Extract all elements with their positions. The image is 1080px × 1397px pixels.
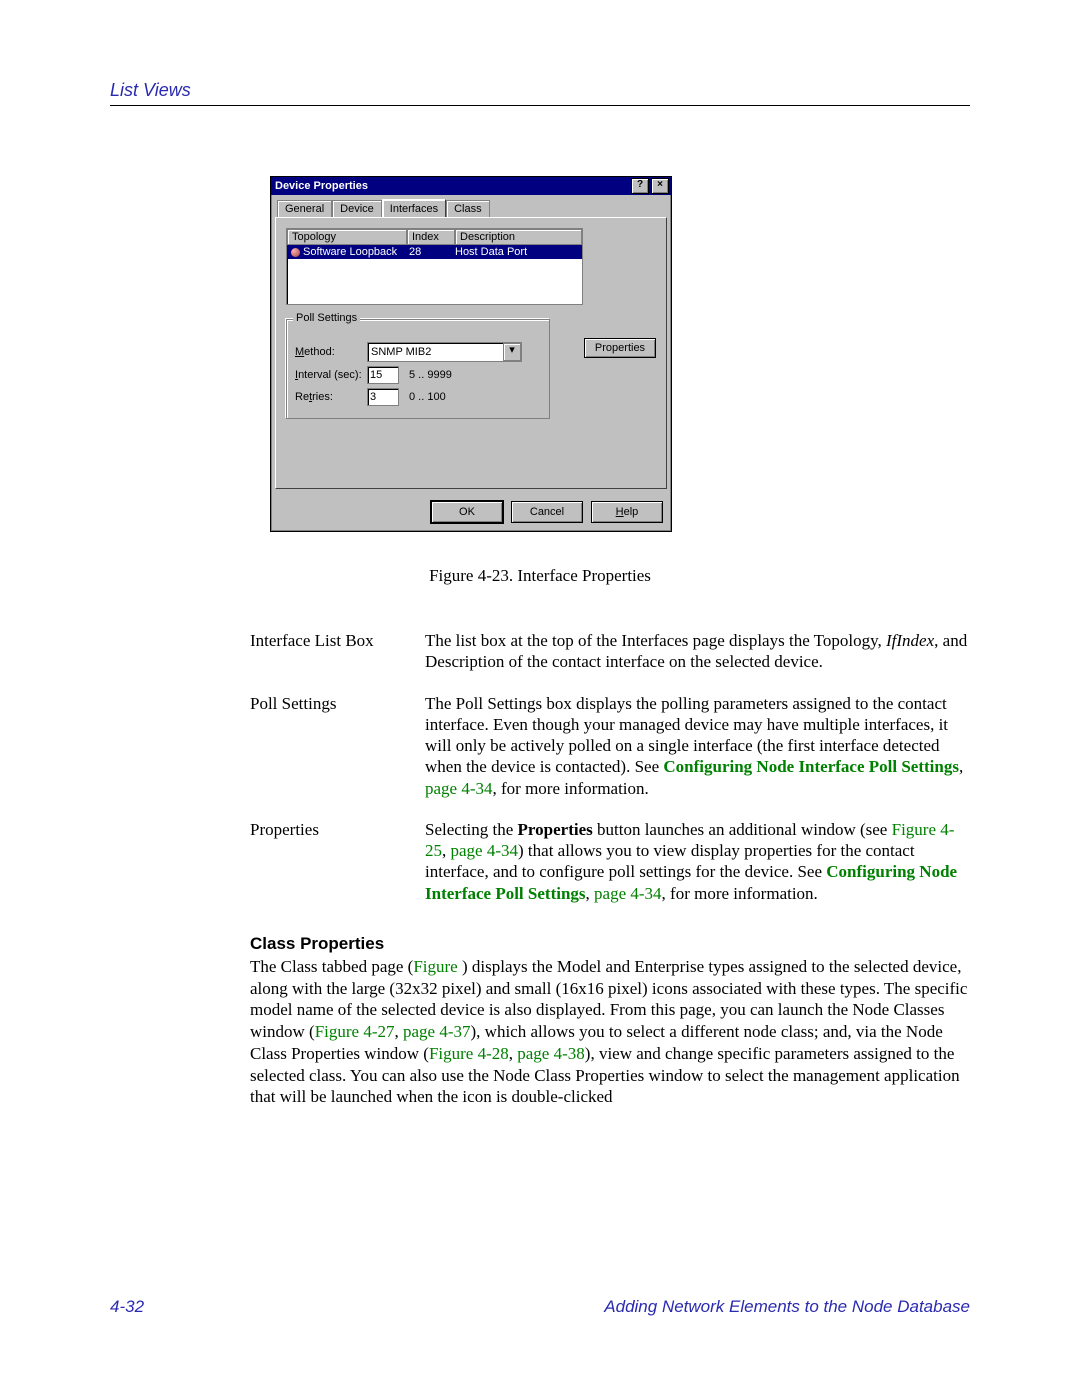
row-topology: Software Loopback bbox=[303, 246, 397, 258]
col-topology[interactable]: Topology bbox=[287, 229, 407, 245]
groupbox-legend: Poll Settings bbox=[293, 312, 360, 324]
tab-body: Topology Index Description Software Loop… bbox=[275, 217, 667, 489]
link-page-4-38[interactable]: page 4-38 bbox=[517, 1044, 585, 1063]
method-select[interactable]: SNMP MIB2 ▾ bbox=[367, 342, 522, 362]
header-rule bbox=[110, 105, 970, 106]
list-item[interactable]: Software Loopback 28 Host Data Port bbox=[287, 245, 582, 259]
term-interface-list-box: Interface List Box bbox=[250, 630, 425, 673]
method-label: Method: bbox=[295, 346, 367, 358]
context-help-button[interactable]: ? bbox=[631, 178, 649, 194]
chevron-down-icon[interactable]: ▾ bbox=[503, 343, 521, 361]
interval-input[interactable] bbox=[367, 366, 399, 384]
row-description: Host Data Port bbox=[451, 245, 582, 259]
page-number: 4-32 bbox=[110, 1297, 144, 1317]
col-index[interactable]: Index bbox=[407, 229, 455, 245]
tab-strip: General Device Interfaces Class bbox=[271, 195, 671, 217]
node-icon bbox=[291, 248, 300, 257]
chapter-title: Adding Network Elements to the Node Data… bbox=[604, 1297, 970, 1317]
term-poll-settings: Poll Settings bbox=[250, 693, 425, 799]
retries-input[interactable] bbox=[367, 388, 399, 406]
dialog-button-bar: OK Cancel Help bbox=[271, 493, 671, 531]
page-footer: 4-32 Adding Network Elements to the Node… bbox=[110, 1297, 970, 1317]
def-interface-list-box: The list box at the top of the Interface… bbox=[425, 630, 970, 673]
close-button[interactable]: × bbox=[651, 178, 669, 194]
interval-range: 5 .. 9999 bbox=[409, 369, 452, 381]
row-index: 28 bbox=[405, 245, 451, 259]
link-page-4-34[interactable]: page 4-34 bbox=[425, 779, 493, 798]
tab-interfaces[interactable]: Interfaces bbox=[382, 199, 446, 217]
titlebar[interactable]: Device Properties ? × bbox=[271, 177, 671, 195]
link-page-4-34-c[interactable]: page 4-34 bbox=[594, 884, 662, 903]
link-page-4-34-b[interactable]: page 4-34 bbox=[451, 841, 519, 860]
term-properties: Properties bbox=[250, 819, 425, 904]
class-properties-heading: Class Properties bbox=[250, 934, 970, 954]
tab-general[interactable]: General bbox=[277, 200, 332, 218]
window-title: Device Properties bbox=[275, 180, 629, 192]
tab-device[interactable]: Device bbox=[332, 200, 382, 218]
tab-class[interactable]: Class bbox=[446, 200, 490, 218]
figure-caption: Figure 4-23. Interface Properties bbox=[110, 566, 970, 586]
running-head: List Views bbox=[110, 80, 970, 101]
interval-label: Interval (sec): bbox=[295, 369, 367, 381]
link-configuring-poll-settings[interactable]: Configuring Node Interface Poll Settings bbox=[663, 757, 959, 776]
listbox-header: Topology Index Description bbox=[287, 229, 582, 245]
ok-button[interactable]: OK bbox=[431, 501, 503, 523]
col-description[interactable]: Description bbox=[455, 229, 582, 245]
device-properties-dialog: Device Properties ? × General Device Int… bbox=[270, 176, 672, 532]
link-figure-blank[interactable]: Figure bbox=[413, 957, 462, 976]
cancel-button[interactable]: Cancel bbox=[511, 501, 583, 523]
retries-range: 0 .. 100 bbox=[409, 391, 446, 403]
link-figure-4-28[interactable]: Figure 4-28 bbox=[429, 1044, 509, 1063]
link-figure-4-27[interactable]: Figure 4-27 bbox=[315, 1022, 395, 1041]
retries-label: Retries: bbox=[295, 391, 367, 403]
def-poll-settings: The Poll Settings box displays the polli… bbox=[425, 693, 970, 799]
link-page-4-37[interactable]: page 4-37 bbox=[403, 1022, 471, 1041]
poll-settings-group: Poll Settings Method: SNMP MIB2 ▾ Interv… bbox=[286, 319, 550, 419]
help-button[interactable]: Help bbox=[591, 501, 663, 523]
class-properties-body: The Class tabbed page (Figure ) displays… bbox=[250, 956, 970, 1108]
def-properties: Selecting the Properties button launches… bbox=[425, 819, 970, 904]
interface-listbox[interactable]: Topology Index Description Software Loop… bbox=[286, 228, 583, 305]
method-value: SNMP MIB2 bbox=[371, 346, 431, 358]
properties-button[interactable]: Properties bbox=[584, 338, 656, 358]
